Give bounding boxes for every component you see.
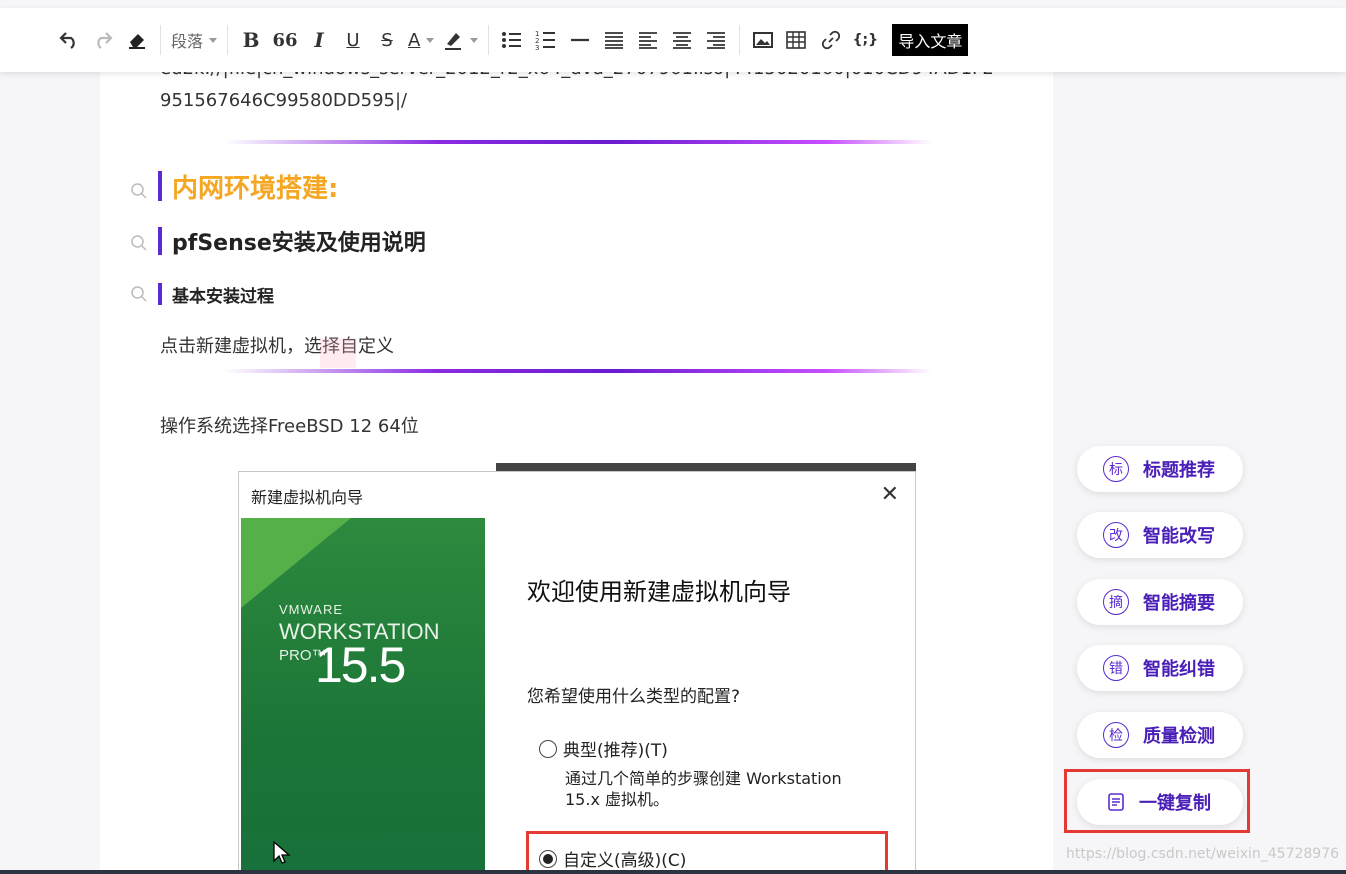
align-center-icon[interactable] xyxy=(668,23,696,57)
underline-icon[interactable]: U xyxy=(339,23,367,57)
image-icon[interactable] xyxy=(749,23,777,57)
watermark: https://blog.csdn.net/weixin_45728976 xyxy=(1066,846,1340,862)
chevron-down-icon xyxy=(426,37,435,43)
highlight-dropdown[interactable] xyxy=(438,30,482,50)
title-suggest-button[interactable]: 标 标题推荐 xyxy=(1077,446,1243,492)
version-label: 15.5 xyxy=(315,637,406,693)
dialog-title: 新建虚拟机向导 xyxy=(251,488,364,507)
search-icon[interactable] xyxy=(130,234,148,252)
radio-unchecked-icon xyxy=(539,739,557,758)
config-question: 您希望使用什么类型的配置? xyxy=(527,687,741,707)
toolbar-separator xyxy=(739,25,741,55)
paragraph-dropdown[interactable]: 段落 xyxy=(167,28,221,52)
section-divider xyxy=(224,140,932,144)
wizard-welcome-heading: 欢迎使用新建虚拟机向导 xyxy=(527,578,791,606)
section-divider xyxy=(224,369,932,373)
heading-1: 内网环境搭建: xyxy=(158,171,338,204)
chevron-down-icon xyxy=(470,37,479,43)
selection-highlight xyxy=(320,338,356,368)
banner-triangle xyxy=(241,518,351,608)
smart-rewrite-button[interactable]: 改 智能改写 xyxy=(1077,512,1243,558)
toolbar-separator xyxy=(488,25,490,55)
align-right-icon[interactable] xyxy=(702,23,730,57)
import-article-button[interactable]: 导入文章 xyxy=(892,24,969,56)
bottom-taskbar-edge xyxy=(0,870,1346,874)
search-icon[interactable] xyxy=(130,182,148,200)
heading-2-text: pfSense安装及使用说明 xyxy=(172,231,426,256)
font-color-icon: A xyxy=(408,29,421,51)
toolbar-separator xyxy=(227,25,229,55)
editor-content[interactable]: ed2k://|file|cn_windows_server_2012_r2_x… xyxy=(100,40,1053,874)
close-icon: ✕ xyxy=(880,482,899,507)
paragraph-dropdown-label: 段落 xyxy=(171,32,204,51)
smart-correct-icon: 错 xyxy=(1103,655,1129,681)
search-icon[interactable] xyxy=(130,285,148,303)
smart-summary-label: 智能摘要 xyxy=(1143,593,1215,614)
ed2k-link-line-2: 951567646C99580DD595|/ xyxy=(160,90,408,111)
smart-correct-label: 智能纠错 xyxy=(1143,659,1215,680)
justify-icon[interactable] xyxy=(600,23,628,57)
editor-toolbar: 段落 B 66 I U S A 123 {;} 导入文章 xyxy=(0,8,1346,72)
link-icon[interactable] xyxy=(817,23,845,57)
paragraph-new-vm: 点击新建虚拟机，选择自定义 xyxy=(160,336,394,357)
radio-typical: 典型(推荐)(T) xyxy=(539,736,668,761)
heading-3: 基本安装过程 xyxy=(158,283,274,307)
numbered-list-icon[interactable]: 123 xyxy=(532,23,560,57)
bold-icon[interactable]: B xyxy=(237,23,265,57)
redo-icon[interactable] xyxy=(89,23,117,57)
title-suggest-icon: 标 xyxy=(1103,456,1129,482)
highlight-box xyxy=(1064,769,1250,833)
quality-check-icon: 检 xyxy=(1103,722,1129,748)
radio-typical-desc-1: 通过几个简单的步骤创建 Workstation xyxy=(565,769,842,788)
smart-rewrite-icon: 改 xyxy=(1103,522,1129,548)
quality-check-button[interactable]: 检 质量检测 xyxy=(1077,712,1243,758)
new-vm-wizard-dialog: 新建虚拟机向导 ✕ VMWARE WORKSTATION PRO™ 15.5 欢… xyxy=(238,471,916,874)
heading-1-text: 内网环境搭建: xyxy=(172,173,339,204)
quote-icon[interactable]: 66 xyxy=(271,23,299,57)
highlight-icon xyxy=(445,33,462,50)
strikethrough-icon[interactable]: S xyxy=(373,23,401,57)
toolbar-separator xyxy=(160,25,161,55)
italic-icon[interactable]: I xyxy=(305,23,333,57)
quality-check-label: 质量检测 xyxy=(1143,726,1215,747)
horizontal-rule-icon[interactable] xyxy=(566,23,594,57)
heading-3-text: 基本安装过程 xyxy=(172,286,274,307)
radio-typical-desc-2: 15.x 虚拟机。 xyxy=(565,790,670,809)
paragraph-os-select: 操作系统选择FreeBSD 12 64位 xyxy=(160,416,419,437)
highlight-box xyxy=(526,831,888,874)
eraser-icon[interactable] xyxy=(123,23,151,57)
smart-rewrite-label: 智能改写 xyxy=(1143,526,1215,547)
font-color-dropdown[interactable]: A xyxy=(404,30,438,51)
title-suggest-label: 标题推荐 xyxy=(1143,460,1215,481)
vmware-label: VMWARE xyxy=(279,602,344,617)
smart-summary-button[interactable]: 摘 智能摘要 xyxy=(1077,579,1243,625)
vmware-banner: VMWARE WORKSTATION PRO™ 15.5 xyxy=(241,518,485,874)
radio-typical-label: 典型(推荐)(T) xyxy=(563,741,668,761)
embedded-screenshot: 新建虚拟机向导 ✕ VMWARE WORKSTATION PRO™ 15.5 欢… xyxy=(238,463,916,874)
smart-summary-icon: 摘 xyxy=(1103,589,1129,615)
heading-2: pfSense安装及使用说明 xyxy=(158,227,426,256)
code-block-icon[interactable]: {;} xyxy=(851,23,879,57)
bullet-list-icon[interactable] xyxy=(498,23,526,57)
undo-icon[interactable] xyxy=(55,23,83,57)
table-icon[interactable] xyxy=(783,23,811,57)
svg-text:3: 3 xyxy=(535,44,539,51)
align-left-icon[interactable] xyxy=(634,23,662,57)
mouse-cursor-icon xyxy=(273,841,291,864)
chevron-down-icon xyxy=(209,37,218,43)
smart-correct-button[interactable]: 错 智能纠错 xyxy=(1077,645,1243,691)
